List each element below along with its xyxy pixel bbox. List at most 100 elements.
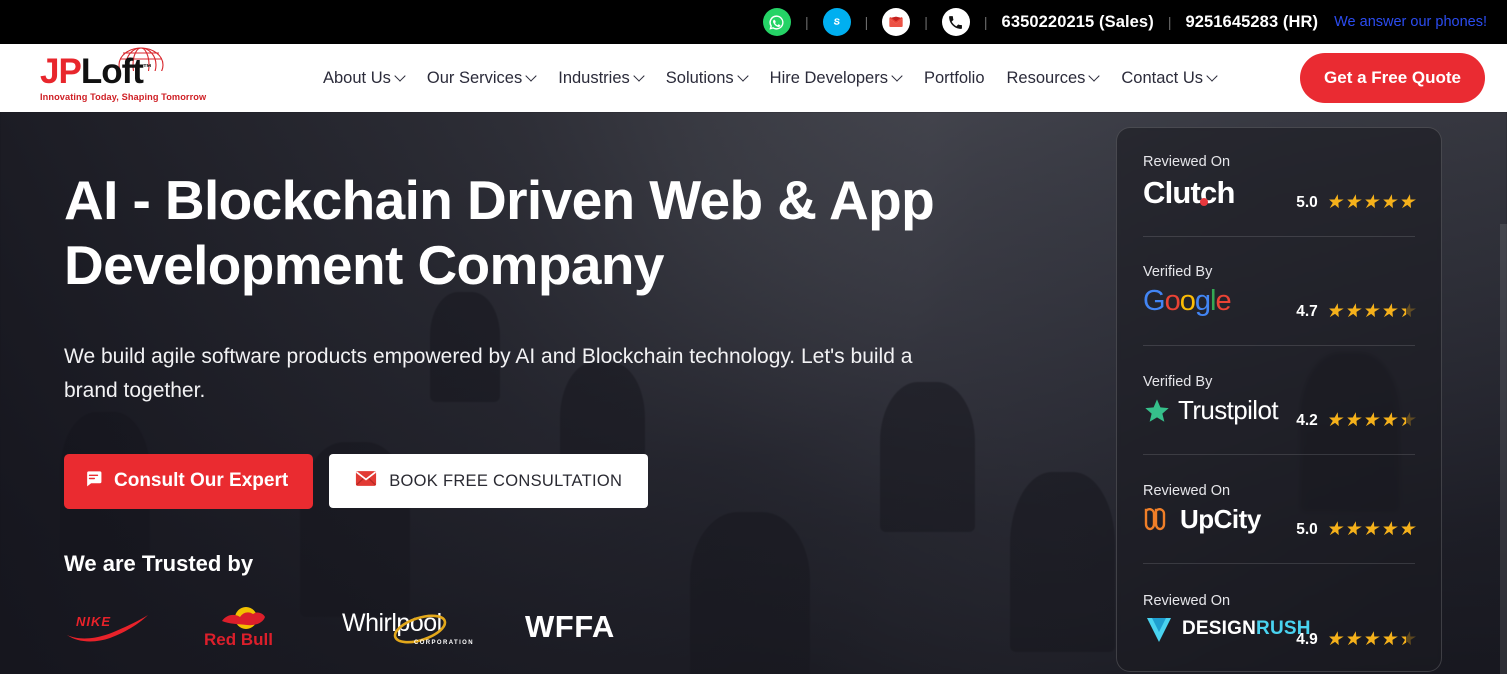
svg-text:Whirlpool: Whirlpool — [342, 609, 442, 637]
review-kicker: Reviewed On — [1143, 153, 1231, 170]
logo-tagline: Innovating Today, Shaping Tomorrow — [40, 92, 207, 102]
nav-item-our-services[interactable]: Our Services — [416, 61, 547, 96]
chevron-down-icon — [739, 72, 748, 81]
star-rating-icon: ★★★★★★ — [1325, 301, 1415, 322]
star-rating-icon: ★★★★★★ — [1325, 410, 1415, 431]
consult-button-label: Consult Our Expert — [114, 470, 289, 492]
review-score: 4.7 — [1296, 302, 1318, 320]
we-answer-our-phones-note[interactable]: We answer our phones! — [1334, 14, 1487, 30]
redbull-logo: Red Bull — [198, 603, 294, 651]
star-rating-icon: ★ ★ ★ ★ ★ — [1325, 519, 1415, 540]
review-row-clutch: Reviewed On Clutch 5.0 ★ ★ ★ ★ ★ — [1143, 128, 1415, 237]
nike-logo: NIKE — [64, 603, 150, 651]
platform-name: Clutch — [1143, 174, 1235, 210]
svg-text:Red Bull: Red Bull — [204, 630, 273, 649]
page-scrollbar[interactable] — [1500, 224, 1507, 674]
skype-icon[interactable] — [822, 8, 851, 36]
review-row-upcity: Reviewed On UpCity 5.0 ★ ★ ★ ★ ★ — [1143, 455, 1415, 564]
hero-content: AI - Blockchain Driven Web & App Develop… — [0, 112, 1060, 653]
nav-label: Industries — [558, 68, 630, 87]
hero-page: | | | | 6350220215 (Sales) | 9251645283 … — [0, 0, 1507, 674]
nav-item-resources[interactable]: Resources — [996, 61, 1111, 96]
top-contact-bar: | | | | 6350220215 (Sales) | 9251645283 … — [0, 0, 1507, 44]
sales-phone-number[interactable]: 6350220215 (Sales) — [1002, 13, 1154, 32]
main-navigation: About Us Our Services Industries Solutio… — [312, 61, 1228, 96]
nav-item-portfolio[interactable]: Portfolio — [913, 61, 996, 96]
topbar-separator: | — [983, 14, 988, 30]
consult-our-expert-button[interactable]: Consult Our Expert — [64, 453, 314, 509]
chevron-down-icon — [1090, 72, 1099, 81]
logo-trademark: ™ — [142, 62, 152, 73]
whirlpool-logo: Whirlpool CORPORATION — [342, 603, 477, 651]
review-score: 4.2 — [1296, 411, 1318, 429]
nav-item-hire-developers[interactable]: Hire Developers — [759, 61, 913, 96]
hero-cta-group: Consult Our Expert BOOK FREE CONSULTATIO… — [64, 453, 1060, 509]
hero-section: AI - Blockchain Driven Web & App Develop… — [0, 112, 1507, 674]
svg-text:CORPORATION: CORPORATION — [414, 640, 474, 646]
trustpilot-star-icon — [1145, 398, 1169, 422]
logo-part-loft: Loft — [80, 52, 144, 91]
chevron-down-icon — [635, 72, 644, 81]
review-rating-clutch: 5.0 ★ ★ ★ ★ ★ — [1296, 193, 1415, 212]
nav-label: Contact Us — [1121, 68, 1203, 87]
nav-label: Our Services — [426, 68, 523, 87]
reviews-panel: Reviewed On Clutch 5.0 ★ ★ ★ ★ ★ Verified By… — [1116, 127, 1442, 672]
review-rating-google: 4.7 ★★★★★★ — [1296, 302, 1415, 321]
review-kicker: Verified By — [1143, 264, 1213, 280]
topbar-separator: | — [804, 14, 809, 30]
clutch-dot-icon — [1199, 197, 1208, 206]
logo-wordmark: JPLoft™ — [40, 54, 200, 89]
designrush-mark-icon — [1147, 618, 1171, 642]
phone-icon[interactable] — [941, 8, 970, 36]
book-free-consultation-button[interactable]: BOOK FREE CONSULTATION — [329, 454, 649, 509]
jploft-logo[interactable]: JPLoft™ Innovating Today, Shaping Tomorr… — [40, 47, 207, 102]
nav-item-about-us[interactable]: About Us — [312, 61, 416, 96]
topbar-separator: | — [864, 14, 869, 30]
hero-subheadline: We build agile software products empower… — [64, 344, 913, 402]
upcity-mark-icon — [1144, 507, 1166, 530]
chevron-down-icon — [1208, 72, 1217, 81]
review-rating-designrush: 4.9 ★★★★★★ — [1296, 630, 1415, 649]
review-score: 4.9 — [1296, 630, 1318, 648]
nav-item-solutions[interactable]: Solutions — [655, 61, 759, 96]
review-row-designrush: Reviewed On DESIGNRUSH 4.9 ★★★★★★ — [1143, 564, 1415, 673]
hero-headline: AI - Blockchain Driven Web & App Develop… — [64, 169, 935, 296]
whatsapp-icon[interactable] — [762, 8, 791, 36]
review-score: 5.0 — [1296, 193, 1318, 211]
envelope-icon — [355, 470, 377, 492]
review-row-trustpilot: Verified By Trustpilot 4.2 ★★★★★★ — [1143, 346, 1415, 455]
site-header: JPLoft™ Innovating Today, Shaping Tomorr… — [0, 44, 1507, 112]
topbar-separator: | — [1167, 14, 1172, 30]
review-kicker: Verified By — [1143, 374, 1213, 390]
trusted-by-label: We are Trusted by — [64, 550, 254, 576]
chevron-down-icon — [396, 72, 405, 81]
hr-phone-number[interactable]: 9251645283 (HR) — [1185, 13, 1318, 32]
nav-label: Resources — [1006, 68, 1086, 87]
star-rating-icon: ★★★★★★ — [1325, 629, 1415, 650]
topbar-separator: | — [924, 14, 928, 30]
review-kicker: Reviewed On — [1143, 483, 1231, 499]
book-button-label: BOOK FREE CONSULTATION — [389, 471, 623, 490]
nav-label: Solutions — [665, 68, 734, 87]
chevron-down-icon — [893, 72, 902, 81]
review-rating-upcity: 5.0 ★ ★ ★ ★ ★ — [1296, 520, 1415, 539]
nav-label: Portfolio — [923, 68, 985, 87]
platform-name-part1: DESIGN — [1182, 618, 1257, 639]
review-rating-trustpilot: 4.2 ★★★★★★ — [1296, 411, 1415, 430]
review-kicker: Reviewed On — [1143, 593, 1231, 609]
nav-item-industries[interactable]: Industries — [547, 61, 655, 96]
trusted-brand-logos: NIKE Red Bull Whirlpool CORPORATION WFFA — [64, 601, 1060, 653]
review-score: 5.0 — [1296, 520, 1318, 538]
nav-label: Hire Developers — [769, 68, 888, 87]
chevron-down-icon — [527, 72, 536, 81]
logo-part-jp: JP — [40, 52, 82, 91]
nav-label: About Us — [323, 68, 391, 87]
nav-item-contact-us[interactable]: Contact Us — [1110, 61, 1228, 96]
platform-name: Trustpilot — [1178, 395, 1279, 425]
get-a-free-quote-button[interactable]: Get a Free Quote — [1300, 53, 1485, 103]
review-row-google: Verified By Google 4.7 ★★★★★★ — [1143, 237, 1415, 346]
svg-text:NIKE: NIKE — [76, 614, 111, 629]
gmail-icon[interactable] — [882, 8, 911, 36]
star-rating-icon: ★ ★ ★ ★ ★ — [1325, 192, 1415, 213]
platform-name: UpCity — [1180, 504, 1261, 534]
